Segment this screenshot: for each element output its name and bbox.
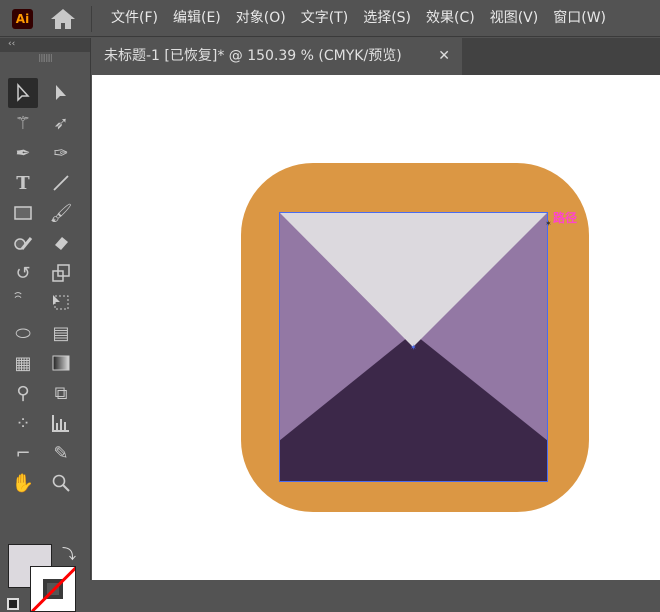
anchor-point: ✶ xyxy=(545,219,552,228)
panel-grip[interactable]: |||||||| xyxy=(0,52,90,64)
warp-tool-icon[interactable]: ꩰ xyxy=(8,288,38,318)
menu-bar: Ai 文件(F) 编辑(E) 对象(O) 文字(T) 选择(S) 效果(C) 视… xyxy=(0,0,660,37)
shaper-tool-icon[interactable] xyxy=(8,228,38,258)
default-colors-icon[interactable] xyxy=(7,598,19,610)
slice-tool-icon[interactable]: ✎ xyxy=(46,438,76,468)
free-transform-icon[interactable] xyxy=(46,288,76,318)
illustrator-logo: Ai xyxy=(12,9,33,29)
gradient-tool-icon[interactable] xyxy=(46,348,76,378)
path-hover-label: 路径 xyxy=(553,211,578,225)
menu-view[interactable]: 视图(V) xyxy=(483,0,547,37)
perspective-grid-icon[interactable]: ▤ xyxy=(46,318,76,348)
home-icon[interactable] xyxy=(50,8,76,30)
magic-wand-icon[interactable]: ⚚ xyxy=(8,108,38,138)
canvas[interactable]: ✶ ✶ 路径 xyxy=(92,75,660,580)
stroke-swatch[interactable] xyxy=(30,566,76,612)
document-tab-bar: 未标题-1 [已恢复]* @ 150.39 % (CMYK/预览) ✕ xyxy=(92,38,660,75)
swap-colors-icon[interactable]: ⤵ xyxy=(62,544,76,564)
menu-type[interactable]: 文字(T) xyxy=(294,0,356,37)
artboard-tool-icon[interactable]: ⌐ xyxy=(8,438,38,468)
curvature-tool-icon[interactable]: ✑ xyxy=(46,138,76,168)
menu-object[interactable]: 对象(O) xyxy=(229,0,294,37)
lasso-icon[interactable]: ➶ xyxy=(46,108,76,138)
eyedropper-icon[interactable]: ⚲ xyxy=(8,378,38,408)
shape-builder-icon[interactable]: ⬭ xyxy=(8,318,38,348)
scale-tool-icon[interactable] xyxy=(46,258,76,288)
pen-tool-icon[interactable]: ✒ xyxy=(8,138,38,168)
paintbrush-icon[interactable]: 🖌 xyxy=(46,198,76,228)
menu-window[interactable]: 窗口(W) xyxy=(546,0,614,37)
symbol-sprayer-icon[interactable]: ⁘ xyxy=(8,408,38,438)
eraser-icon[interactable] xyxy=(46,228,76,258)
zoom-tool-icon[interactable] xyxy=(46,468,76,498)
menu-select[interactable]: 选择(S) xyxy=(356,0,419,37)
type-tool-icon[interactable]: T xyxy=(8,168,38,198)
tools-panel: ‹‹ |||||||| ⚚ ➶ ✒ ✑ T 🖌 ↺ ꩰ ⬭ ▤ ▦ ⚲ ⧉ ⁘ … xyxy=(0,38,91,612)
rectangle-tool-icon[interactable] xyxy=(8,198,38,228)
column-graph-icon[interactable] xyxy=(46,408,76,438)
collapse-button[interactable]: ‹‹ xyxy=(0,38,90,52)
blend-tool-icon[interactable]: ⧉ xyxy=(46,378,76,408)
close-icon[interactable]: ✕ xyxy=(438,38,450,75)
document-tab[interactable]: 未标题-1 [已恢复]* @ 150.39 % (CMYK/预览) ✕ xyxy=(92,38,462,75)
mesh-tool-icon[interactable]: ▦ xyxy=(8,348,38,378)
hand-tool-icon[interactable]: ✋ xyxy=(8,468,38,498)
document-title: 未标题-1 [已恢复]* @ 150.39 % (CMYK/预览) xyxy=(104,48,402,64)
anchor-point: ✶ xyxy=(410,343,417,352)
selection-tool-icon[interactable] xyxy=(8,78,38,108)
divider xyxy=(91,6,92,32)
menu-edit[interactable]: 编辑(E) xyxy=(166,0,229,37)
artwork[interactable]: ✶ ✶ xyxy=(92,75,660,580)
menu-file[interactable]: 文件(F) xyxy=(104,0,166,37)
direct-selection-tool-icon[interactable] xyxy=(46,78,76,108)
menu-effect[interactable]: 效果(C) xyxy=(419,0,483,37)
rotate-tool-icon[interactable]: ↺ xyxy=(8,258,38,288)
line-tool-icon[interactable] xyxy=(46,168,76,198)
